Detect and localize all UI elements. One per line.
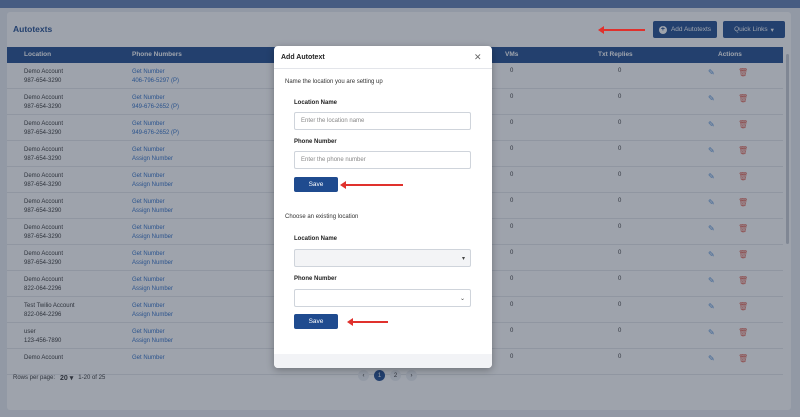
save-existing-button[interactable]: Save	[294, 314, 338, 329]
chevron-down-icon: ⌄	[459, 296, 465, 302]
phone-number-select[interactable]: ⌄	[294, 289, 471, 307]
modal-divider	[274, 68, 492, 69]
annotation-arrow	[598, 26, 645, 34]
modal-footer	[274, 354, 492, 368]
existing-location-name-label: Location Name	[294, 236, 338, 242]
save-button[interactable]: Save	[294, 177, 338, 192]
annotation-arrow	[347, 318, 388, 326]
location-name-label: Location Name	[294, 100, 338, 106]
close-icon[interactable]: ✕	[474, 52, 482, 63]
section-new-location: Name the location you are setting up	[285, 79, 383, 85]
location-name-select[interactable]: ▾	[294, 249, 471, 267]
add-autotext-modal: Add Autotext ✕ Name the location you are…	[274, 46, 492, 368]
modal-title: Add Autotext	[281, 54, 325, 61]
existing-phone-number-label: Phone Number	[294, 276, 337, 282]
location-name-input[interactable]: Enter the location name	[294, 112, 471, 130]
phone-number-input[interactable]: Enter the phone number	[294, 151, 471, 169]
caret-down-icon: ▾	[461, 256, 465, 262]
phone-number-label: Phone Number	[294, 139, 337, 145]
annotation-arrow	[340, 181, 403, 189]
section-existing-location: Choose an existing location	[285, 214, 359, 220]
